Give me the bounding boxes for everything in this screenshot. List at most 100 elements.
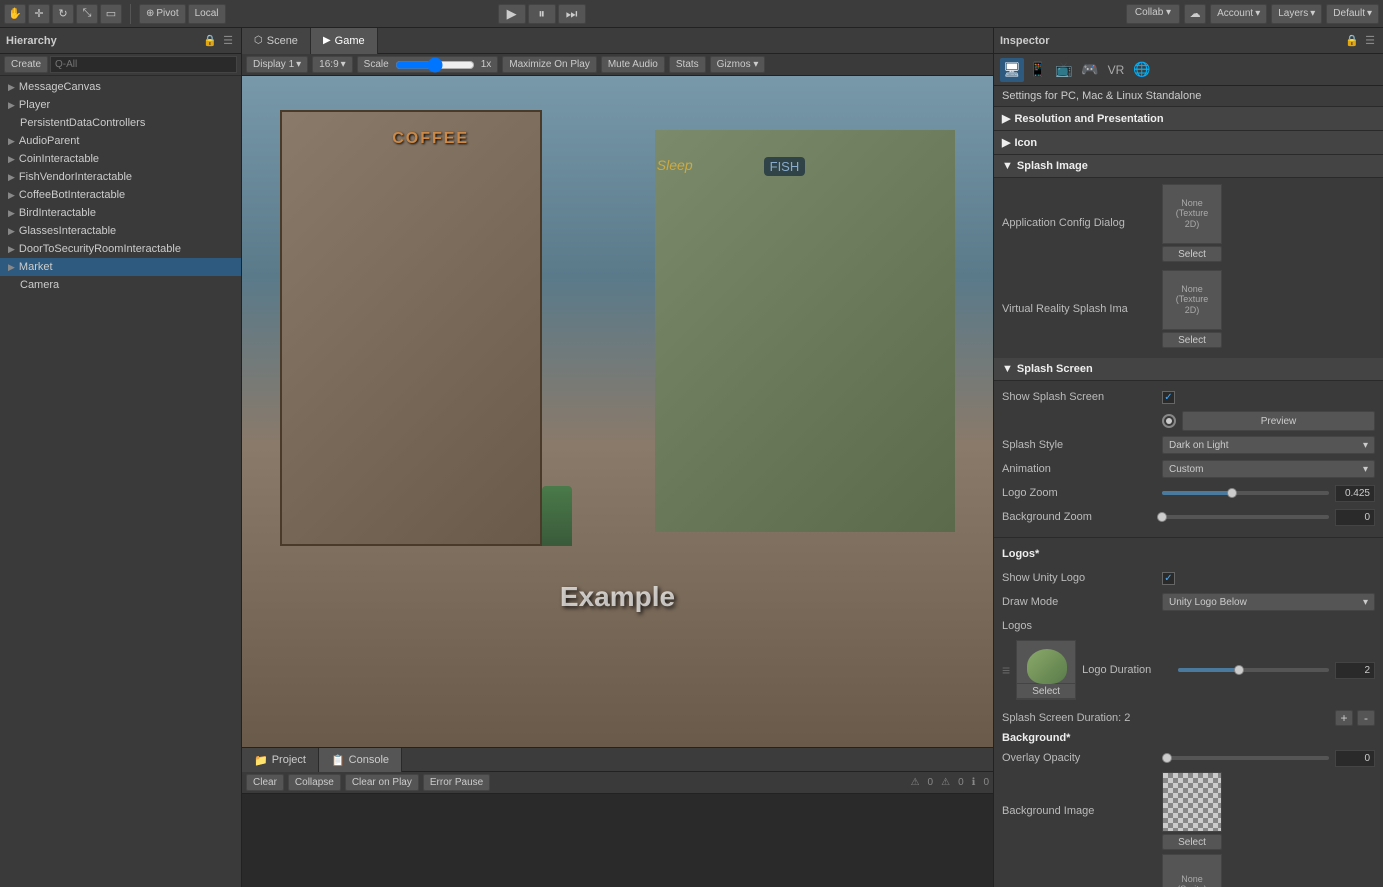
tab-console[interactable]: 📋 Console: [319, 748, 402, 772]
show-unity-checkbox[interactable]: ✓: [1162, 572, 1175, 585]
layers-btn[interactable]: Layers ▾: [1271, 4, 1322, 24]
scale-tool-btn[interactable]: ⤡: [76, 4, 98, 24]
hierarchy-item-messagecanvas[interactable]: ▶ MessageCanvas: [0, 78, 241, 96]
hierarchy-lock-btn[interactable]: 🔒: [201, 34, 219, 47]
section-header-icon[interactable]: ▶ Icon: [994, 131, 1383, 155]
bg-zoom-thumb[interactable]: [1157, 512, 1167, 522]
error-pause-btn[interactable]: Error Pause: [423, 774, 490, 791]
pivot-label: Pivot: [156, 8, 178, 19]
project-tab-label: Project: [272, 754, 306, 766]
default-btn[interactable]: Default ▾: [1326, 4, 1379, 24]
step-btn[interactable]: ⏭: [558, 4, 586, 24]
bg-zoom-track[interactable]: [1162, 515, 1329, 519]
hierarchy-item-market[interactable]: ▶ Market: [0, 258, 241, 276]
inspector-lock-btn[interactable]: 🔒: [1343, 34, 1361, 47]
minus-btn[interactable]: -: [1357, 710, 1375, 726]
scale-slider[interactable]: [395, 57, 475, 73]
plus-btn[interactable]: +: [1335, 710, 1353, 726]
texture-2d-label-2: (Texture2D): [1176, 294, 1209, 316]
animation-value: Custom ▾: [1162, 460, 1375, 478]
bg-image-label: Background Image: [1002, 805, 1162, 817]
hierarchy-item-coffeebot[interactable]: ▶ CoffeeBotInteractable: [0, 186, 241, 204]
stats-label: Stats: [676, 59, 699, 70]
hierarchy-item-fishvendor[interactable]: ▶ FishVendorInteractable: [0, 168, 241, 186]
draw-mode-dropdown[interactable]: Unity Logo Below ▾: [1162, 593, 1375, 611]
animation-dropdown[interactable]: Custom ▾: [1162, 460, 1375, 478]
logo-duration-fill: [1178, 668, 1238, 672]
clear-btn[interactable]: Clear: [246, 774, 284, 791]
account-btn[interactable]: Account ▾: [1210, 4, 1267, 24]
app-config-texture-box: None (Texture2D) Select: [1162, 184, 1222, 262]
section-header-resolution[interactable]: ▶ Resolution and Presentation: [994, 107, 1383, 131]
overlay-thumb[interactable]: [1162, 753, 1172, 763]
app-config-select-btn[interactable]: Select: [1162, 246, 1222, 262]
maximize-btn[interactable]: Maximize On Play: [502, 56, 597, 73]
app-config-texture-preview: None (Texture2D): [1162, 184, 1222, 244]
platform-icon-web[interactable]: 🌐: [1130, 58, 1154, 82]
platform-icon-pc[interactable]: 🖥: [1000, 58, 1024, 82]
stats-btn[interactable]: Stats: [669, 56, 706, 73]
section-header-splash-screen[interactable]: ▼ Splash Screen: [994, 358, 1383, 381]
arrow-icon: ▶: [8, 244, 15, 255]
collab-btn[interactable]: Collab ▾: [1126, 4, 1180, 24]
pivot-btn[interactable]: ⊕ Pivot: [139, 4, 186, 24]
vr-select-btn[interactable]: Select: [1162, 332, 1222, 348]
hierarchy-item-glasses[interactable]: ▶ GlassesInteractable: [0, 222, 241, 240]
tab-project[interactable]: 📁 Project: [242, 748, 319, 772]
local-btn[interactable]: Local: [188, 4, 226, 24]
item-label: FishVendorInteractable: [19, 171, 132, 183]
show-splash-checkbox[interactable]: ✓: [1162, 391, 1175, 404]
logo-zoom-track[interactable]: [1162, 491, 1329, 495]
collapse-btn[interactable]: Collapse: [288, 774, 341, 791]
mute-btn[interactable]: Mute Audio: [601, 56, 665, 73]
logo-zoom-thumb[interactable]: [1227, 488, 1237, 498]
logo-zoom-input[interactable]: [1335, 485, 1375, 502]
logo-select-btn[interactable]: Select: [1016, 683, 1076, 699]
rotate-tool-btn[interactable]: ↻: [52, 4, 74, 24]
hierarchy-create-btn[interactable]: Create: [4, 56, 48, 73]
gizmos-btn[interactable]: Gizmos ▾: [710, 56, 766, 73]
vr-splash-label: Virtual Reality Splash Ima: [1002, 303, 1162, 315]
overlay-opacity-input[interactable]: [1335, 750, 1375, 767]
pause-btn[interactable]: ⏸: [528, 4, 556, 24]
bg-image-select-btn[interactable]: Select: [1162, 834, 1222, 850]
play-btn[interactable]: ▶: [498, 4, 526, 24]
logo-duration-track[interactable]: [1178, 668, 1329, 672]
hierarchy-item-player[interactable]: ▶ Player: [0, 96, 241, 114]
cloud-btn[interactable]: ☁: [1184, 4, 1206, 24]
tab-scene[interactable]: ⬡ Scene: [242, 28, 311, 54]
move-tool-btn[interactable]: ✛: [28, 4, 50, 24]
hierarchy-menu-btn[interactable]: ☰: [221, 34, 235, 47]
hierarchy-item-camera[interactable]: Camera: [0, 276, 241, 294]
display-btn[interactable]: Display 1 ▾: [246, 56, 308, 73]
preview-btn[interactable]: Preview: [1182, 411, 1375, 431]
arrow-icon: ▶: [8, 100, 15, 111]
inspector-menu-btn[interactable]: ☰: [1363, 34, 1377, 47]
logo-duration-input[interactable]: [1335, 662, 1375, 679]
clear-on-play-btn[interactable]: Clear on Play: [345, 774, 419, 791]
hierarchy-item-door[interactable]: ▶ DoorToSecurityRoomInteractable: [0, 240, 241, 258]
platform-icon-tv[interactable]: 📺: [1052, 58, 1076, 82]
hierarchy-item-persistent[interactable]: PersistentDataControllers: [0, 114, 241, 132]
overlay-track[interactable]: [1162, 756, 1329, 760]
splash-image-body: Application Config Dialog None (Texture2…: [994, 178, 1383, 358]
tab-game[interactable]: ▶ Game: [311, 28, 378, 54]
aspect-btn[interactable]: 16:9 ▾: [312, 56, 353, 73]
hierarchy-item-coin[interactable]: ▶ CoinInteractable: [0, 150, 241, 168]
bg-image-row: Background Image Select: [1002, 772, 1375, 850]
platform-icon-vr[interactable]: VR: [1104, 58, 1128, 82]
display-label: Display 1: [253, 59, 294, 70]
splash-style-dropdown[interactable]: Dark on Light ▾: [1162, 436, 1375, 454]
logo-drag-handle[interactable]: ≡: [1002, 662, 1010, 678]
hand-tool-btn[interactable]: ✋: [4, 4, 26, 24]
hierarchy-item-bird[interactable]: ▶ BirdInteractable: [0, 204, 241, 222]
hierarchy-search-input[interactable]: [50, 56, 237, 73]
platform-icon-mobile[interactable]: 📱: [1026, 58, 1050, 82]
logo-duration-thumb[interactable]: [1234, 665, 1244, 675]
rect-tool-btn[interactable]: ▭: [100, 4, 122, 24]
platform-icon-gamepad[interactable]: 🎮: [1078, 58, 1102, 82]
hierarchy-item-audioparent[interactable]: ▶ AudioParent: [0, 132, 241, 150]
arrow-icon: ▶: [8, 136, 15, 147]
section-header-splash-image[interactable]: ▼ Splash Image: [994, 155, 1383, 178]
bg-zoom-input[interactable]: [1335, 509, 1375, 526]
